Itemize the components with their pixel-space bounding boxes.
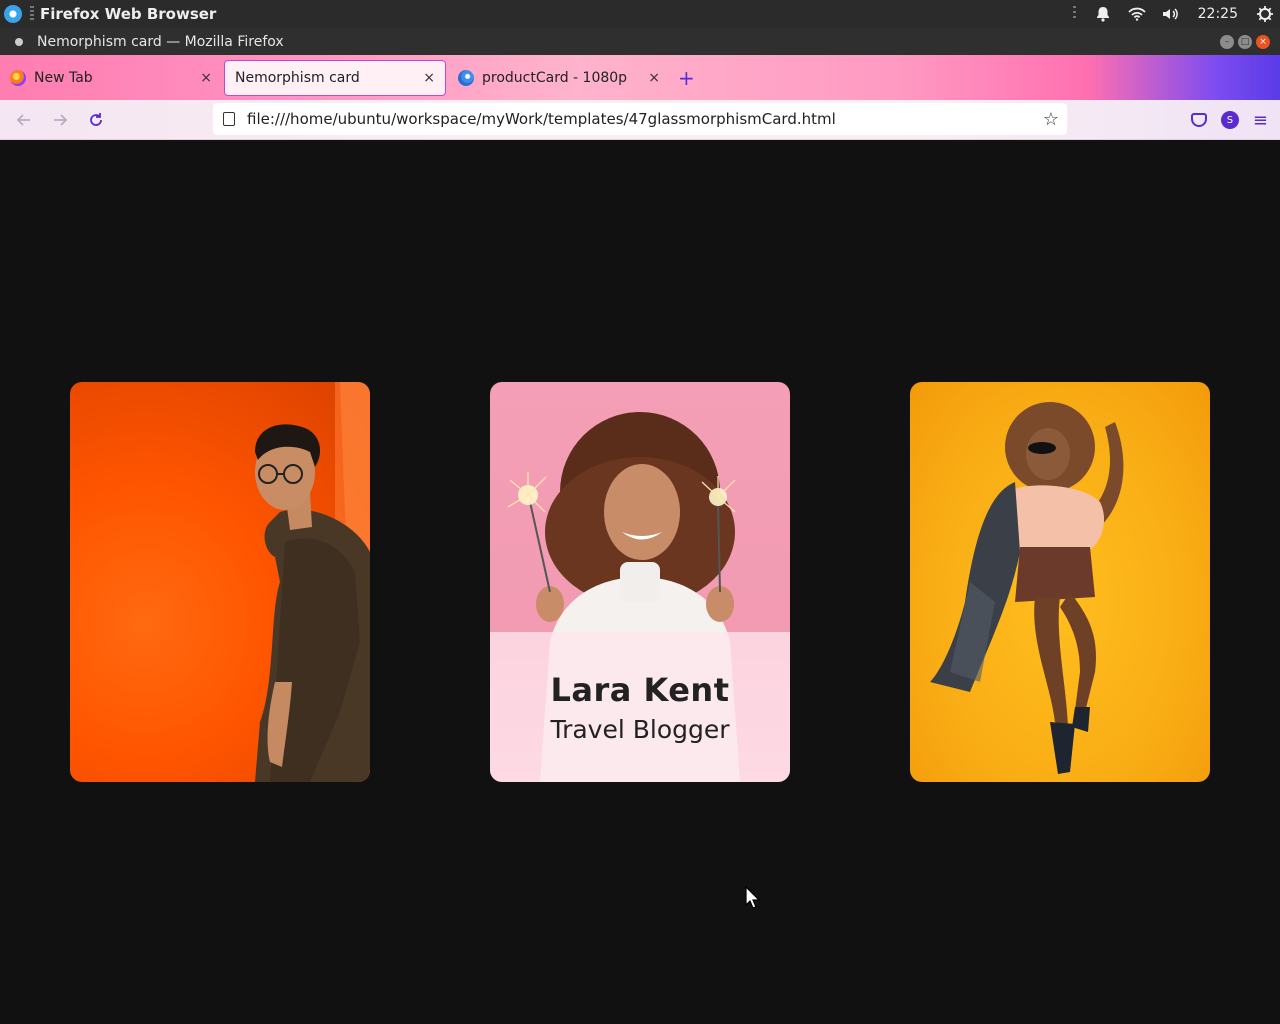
close-tab-icon[interactable]: × — [648, 70, 660, 86]
app-launcher-icon[interactable] — [4, 5, 22, 23]
maximize-button[interactable]: □ — [1238, 34, 1252, 49]
new-tab-button[interactable]: + — [678, 66, 695, 90]
volume-icon[interactable] — [1154, 0, 1188, 28]
card-info-panel: Lara Kent Travel Blogger — [490, 632, 790, 782]
card-role: Travel Blogger — [550, 714, 730, 744]
bookmark-star-icon[interactable]: ☆ — [1043, 109, 1059, 130]
tab-nemorphism-card[interactable]: Nemorphism card × — [224, 59, 446, 96]
page-content: Lara Kent Travel Blogger — [0, 141, 1280, 1024]
man-in-glasses-photo — [255, 382, 370, 782]
url-bar[interactable]: file:///home/ubuntu/workspace/myWork/tem… — [213, 103, 1067, 135]
notification-bell-icon[interactable] — [1086, 0, 1120, 28]
system-tray: 22:25 — [1064, 0, 1280, 28]
account-avatar[interactable]: S — [1220, 111, 1239, 129]
wifi-icon[interactable] — [1120, 0, 1154, 28]
profile-card[interactable] — [910, 382, 1210, 782]
forward-button[interactable] — [42, 102, 78, 138]
tab-product-card[interactable]: productCard - 1080p × — [448, 60, 670, 96]
separator-dots — [1064, 0, 1086, 28]
reload-button[interactable] — [78, 102, 114, 138]
close-tab-icon[interactable]: × — [423, 70, 435, 86]
back-button[interactable] — [6, 102, 42, 138]
card-name: Lara Kent — [550, 670, 730, 709]
tab-new-tab[interactable]: New Tab × — [0, 60, 222, 96]
tab-label: Nemorphism card — [235, 69, 360, 86]
globe-icon — [458, 69, 474, 86]
separator-dots — [30, 6, 34, 22]
toolbar-right: S ≡ — [1190, 100, 1268, 140]
window-controls: – □ × — [1220, 34, 1270, 49]
firefox-icon — [10, 69, 26, 86]
profile-card[interactable] — [70, 382, 370, 782]
close-window-button[interactable]: × — [1256, 34, 1270, 49]
window-title: Nemorphism card — Mozilla Firefox — [37, 33, 284, 50]
woman-dancing-in-coat-photo — [930, 402, 1124, 774]
clock[interactable]: 22:25 — [1198, 0, 1238, 28]
window-menu-dot-icon[interactable] — [15, 37, 23, 46]
page-icon — [223, 112, 235, 126]
active-app-name[interactable]: Firefox Web Browser — [40, 5, 216, 23]
tab-label: productCard - 1080p — [482, 69, 628, 86]
mouse-cursor-icon — [745, 886, 761, 909]
tab-strip: New Tab × Nemorphism card × productCard … — [0, 55, 1280, 100]
url-text[interactable]: file:///home/ubuntu/workspace/myWork/tem… — [247, 110, 836, 128]
pocket-icon[interactable] — [1190, 113, 1207, 127]
minimize-button[interactable]: – — [1220, 34, 1234, 49]
profile-card-active[interactable]: Lara Kent Travel Blogger — [490, 382, 790, 782]
power-icon[interactable] — [1250, 0, 1280, 28]
close-tab-icon[interactable]: × — [200, 70, 212, 86]
window-title-bar: Nemorphism card — Mozilla Firefox – □ × — [0, 28, 1280, 55]
system-top-bar: Firefox Web Browser 22:25 — [0, 0, 1280, 28]
hamburger-menu-icon[interactable]: ≡ — [1253, 110, 1268, 131]
navigation-toolbar: file:///home/ubuntu/workspace/myWork/tem… — [0, 100, 1280, 140]
tab-label: New Tab — [34, 69, 93, 86]
